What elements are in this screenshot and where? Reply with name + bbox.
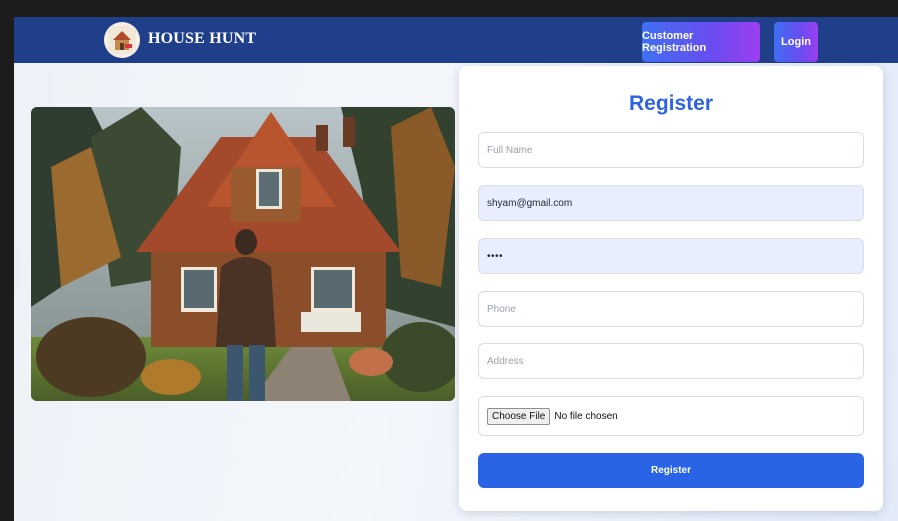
phone-input[interactable]: Phone bbox=[478, 291, 864, 327]
register-submit-button[interactable]: Register bbox=[478, 453, 864, 488]
house-logo-svg bbox=[108, 26, 136, 54]
customer-registration-button[interactable]: Customer Registration bbox=[642, 22, 760, 62]
register-title: Register bbox=[628, 92, 714, 115]
house-photo bbox=[31, 107, 455, 401]
brand-title[interactable]: HOUSE HUNT bbox=[148, 30, 256, 48]
register-card: Register Full Name shyam@gmail.com •••• … bbox=[459, 66, 883, 511]
navbar: HOUSE HUNT Customer Registration Login bbox=[14, 17, 898, 63]
login-button[interactable]: Login bbox=[774, 22, 818, 62]
full-name-input[interactable]: Full Name bbox=[478, 132, 864, 168]
house-logo-icon[interactable] bbox=[104, 22, 140, 58]
app-frame: HOUSE HUNT Customer Registration Login R… bbox=[14, 17, 898, 521]
file-status: No file chosen bbox=[554, 410, 618, 422]
choose-file-button[interactable]: Choose File bbox=[487, 407, 551, 425]
file-input[interactable]: Choose File No file chosen bbox=[478, 396, 864, 436]
email-input[interactable]: shyam@gmail.com bbox=[478, 185, 864, 221]
address-input[interactable]: Address bbox=[478, 343, 864, 379]
password-input[interactable]: •••• bbox=[478, 238, 864, 274]
